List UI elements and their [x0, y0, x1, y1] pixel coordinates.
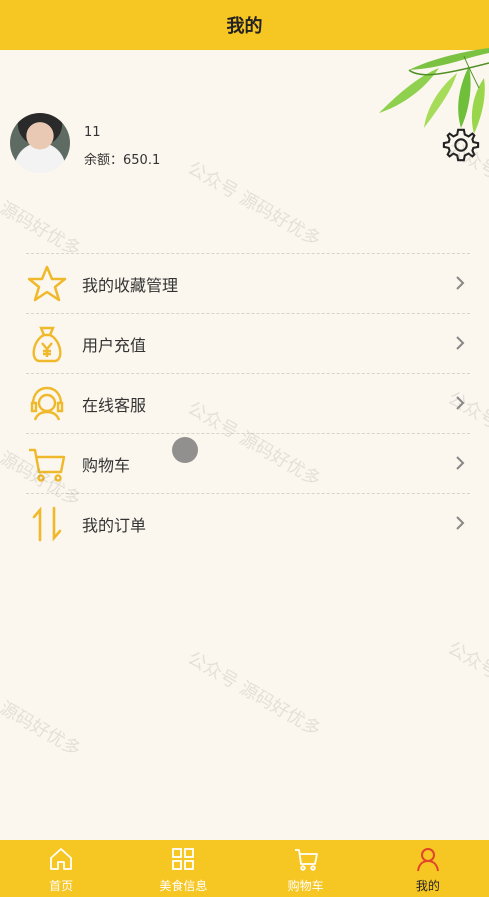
tab-cart[interactable]: 购物车 [245, 840, 367, 897]
menu-item-cart[interactable]: 购物车 [26, 433, 470, 493]
grid-icon [172, 848, 195, 870]
chevron-right-icon [456, 456, 465, 470]
balance-label: 余额：650.1 [84, 153, 161, 168]
chevron-right-icon [456, 276, 465, 290]
avatar[interactable] [10, 113, 70, 173]
headset-icon [26, 383, 68, 425]
menu-item-label: 我的收藏管理 [82, 275, 179, 295]
menu-item-label: 我的订单 [82, 515, 147, 535]
top-bar: 我的 [0, 0, 489, 50]
home-icon [50, 848, 73, 870]
app-screen: 我的 11 余额：650.1 我的收藏管理 用户充值 在线客服 购物车 我的订单… [0, 0, 489, 897]
user-name: 11 [84, 125, 101, 140]
tab-label: 首页 [49, 879, 74, 893]
tab-food-info[interactable]: 美食信息 [122, 840, 244, 897]
chevron-right-icon [456, 516, 465, 530]
gear-icon[interactable] [442, 126, 480, 164]
tab-label: 美食信息 [159, 879, 208, 893]
money-bag-icon [26, 323, 68, 365]
menu-item-customer-service[interactable]: 在线客服 [26, 373, 470, 433]
menu-item-label: 在线客服 [82, 395, 147, 415]
chevron-right-icon [456, 336, 465, 350]
touch-indicator [172, 437, 198, 463]
menu-list: 我的收藏管理 用户充值 在线客服 购物车 我的订单 [26, 253, 470, 553]
star-icon [26, 263, 68, 305]
tab-mine[interactable]: 我的 [367, 840, 489, 897]
menu-item-orders[interactable]: 我的订单 [26, 493, 470, 553]
cart-icon [294, 849, 318, 871]
user-icon [416, 848, 439, 872]
menu-item-recharge[interactable]: 用户充值 [26, 313, 470, 373]
menu-item-label: 用户充值 [82, 335, 147, 355]
tab-home[interactable]: 首页 [0, 840, 122, 897]
menu-item-label: 购物车 [82, 455, 131, 475]
bottom-tab-bar: 首页 美食信息 购物车 我的 [0, 840, 489, 897]
profile-card: 11 余额：650.1 [10, 113, 480, 175]
watermark-text: 公众号 源码好优多 [0, 668, 85, 761]
menu-item-favorites[interactable]: 我的收藏管理 [26, 253, 470, 313]
watermark-text: 公众号 源码好优多 [444, 637, 489, 731]
watermark-text: 公众号 源码好优多 [0, 168, 85, 261]
watermark-text: 公众号 源码好优多 [184, 647, 325, 741]
page-title: 我的 [226, 16, 263, 37]
chevron-right-icon [456, 396, 465, 410]
sort-arrows-icon [26, 503, 68, 545]
tab-label: 购物车 [287, 879, 324, 893]
cart-icon [26, 443, 68, 485]
tab-label: 我的 [415, 879, 440, 893]
